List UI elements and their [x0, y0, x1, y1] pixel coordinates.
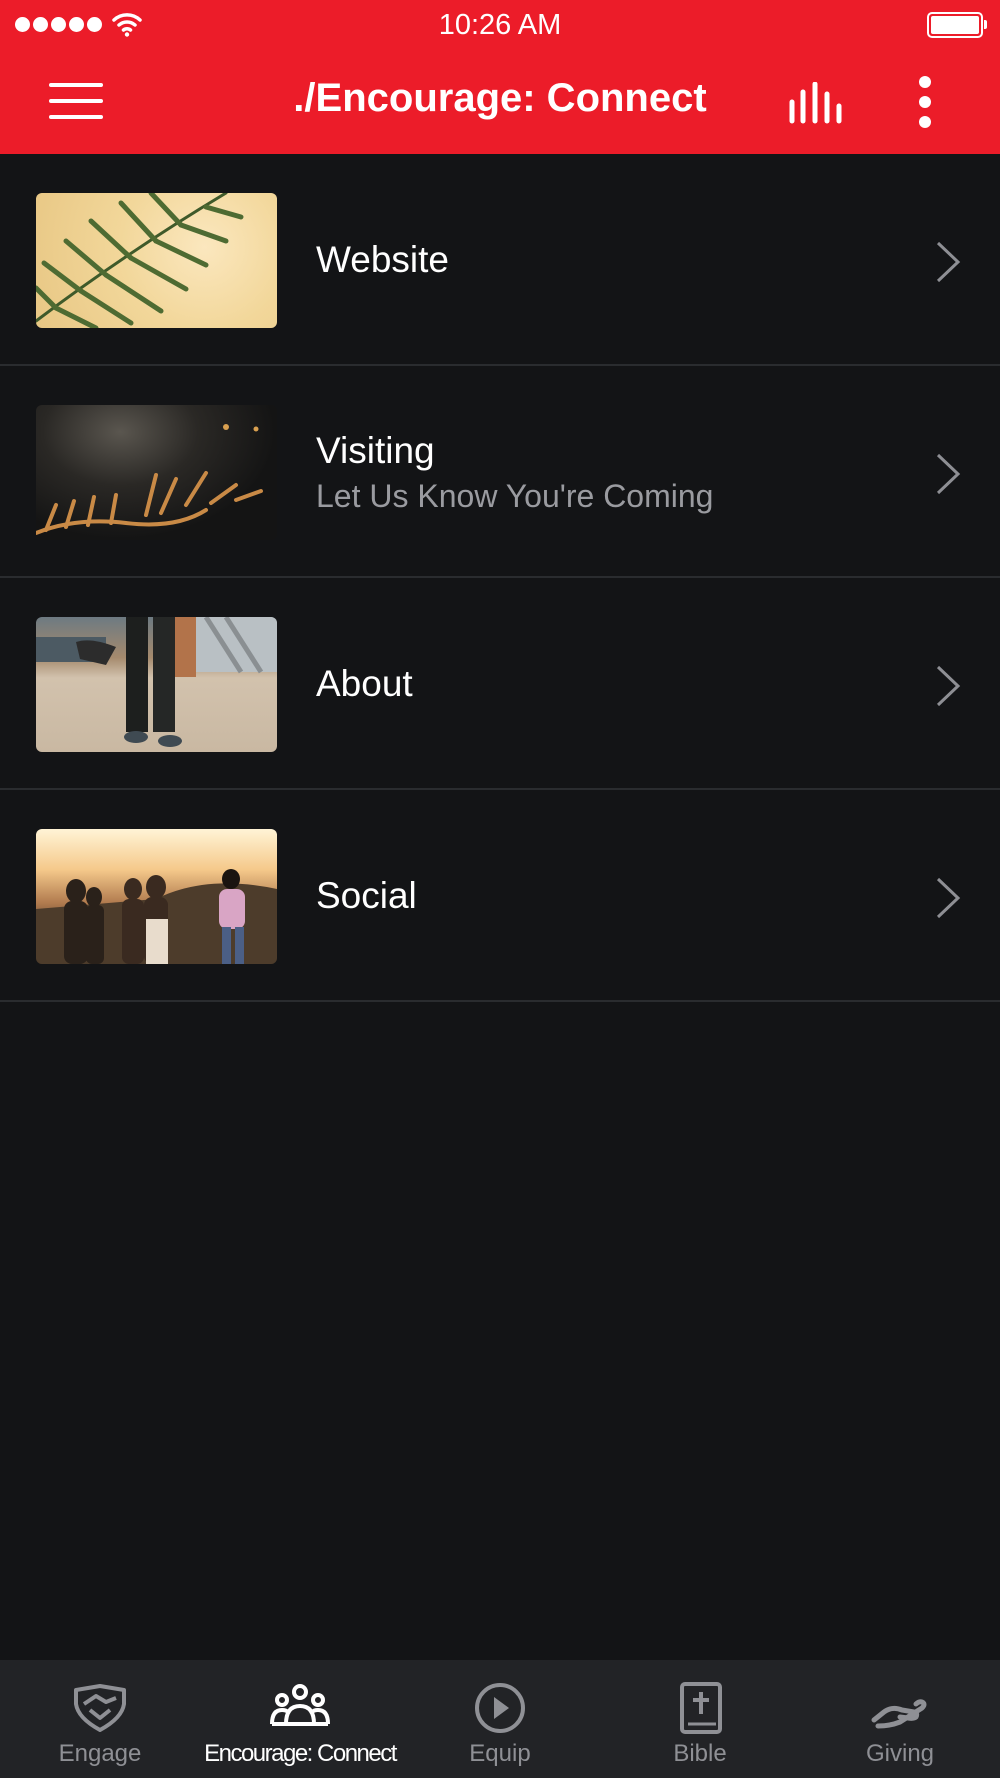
tab-encourage-connect[interactable]: Encourage: Connect [200, 1660, 400, 1778]
palm-leaf-thumbnail [36, 193, 277, 328]
tab-bible[interactable]: Bible [600, 1660, 800, 1778]
audio-bars-icon[interactable] [788, 82, 846, 124]
battery-tip [984, 20, 987, 29]
page-title: ./Encourage: Connect [293, 76, 707, 120]
concert-hands-thumbnail [36, 405, 277, 540]
tab-equip[interactable]: Equip [400, 1660, 600, 1778]
tab-engage[interactable]: Engage [0, 1660, 200, 1778]
tab-label: Bible [673, 1740, 727, 1767]
list-item-social[interactable]: Social [0, 790, 1000, 1002]
status-bar: 10:26 AM [0, 0, 1000, 50]
list-item-text: Visiting Let Us Know You're Coming [316, 366, 713, 578]
tab-label: Engage [58, 1740, 142, 1767]
group-people-icon [270, 1684, 330, 1726]
list-item-title: About [316, 663, 413, 704]
list-item-text: Social [316, 790, 417, 1002]
list-item-text: About [316, 578, 413, 790]
bible-book-icon [680, 1682, 722, 1734]
tab-label: Encourage: Connect [204, 1740, 397, 1767]
beach-legs-thumbnail [36, 617, 277, 752]
more-vertical-icon[interactable] [918, 76, 932, 128]
list-item-title: Visiting [316, 429, 435, 471]
list-item-about[interactable]: About [0, 578, 1000, 790]
chevron-right-icon [936, 453, 961, 495]
list-item-title: Website [316, 239, 449, 280]
tab-label: Equip [469, 1740, 531, 1767]
tab-giving[interactable]: Giving [800, 1660, 1000, 1778]
status-time: 10:26 AM [438, 9, 562, 41]
giving-hand-icon [871, 1699, 927, 1729]
battery-icon [927, 12, 983, 38]
list-item-title: Social [316, 875, 417, 916]
list-item-text: Website [316, 154, 449, 366]
chevron-right-icon [936, 665, 961, 707]
friends-sunset-thumbnail [36, 829, 277, 964]
play-circle-icon [475, 1683, 525, 1733]
handshake-shield-icon [74, 1684, 126, 1732]
chevron-right-icon [936, 877, 961, 919]
list-item-subtitle: Let Us Know You're Coming [316, 477, 714, 514]
list-item-visiting[interactable]: Visiting Let Us Know You're Coming [0, 366, 1000, 578]
app-bar: ./Encourage: Connect [0, 50, 1000, 154]
tab-label: Giving [865, 1740, 935, 1767]
chevron-right-icon [936, 241, 961, 283]
menu-list: Website Visiting Let Us Know You're Comi… [0, 154, 1000, 1002]
list-item-website[interactable]: Website [0, 154, 1000, 366]
bottom-tab-bar: Engage Encourage: Connect Equip Bible Gi… [0, 1660, 1000, 1778]
